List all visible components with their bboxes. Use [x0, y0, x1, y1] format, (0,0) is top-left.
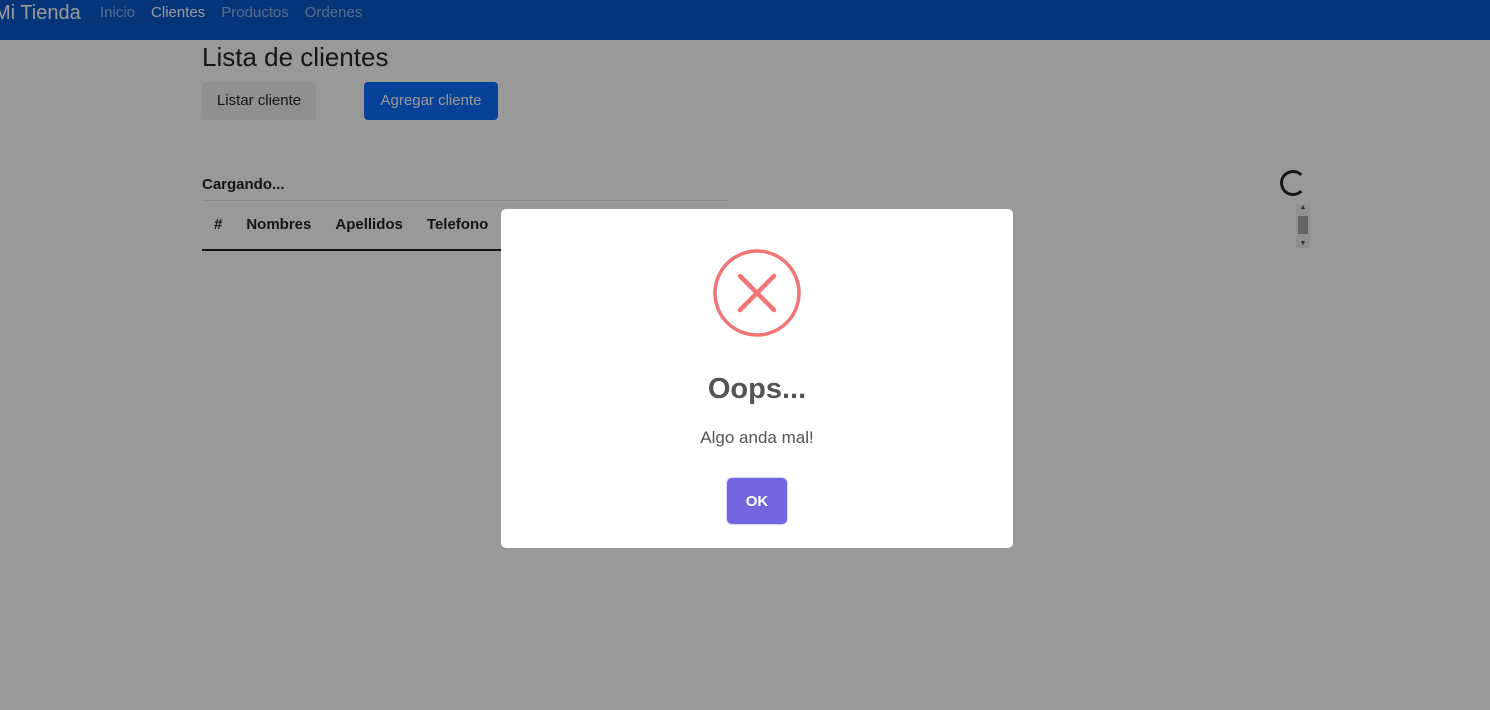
dialog-message: Algo anda mal! [700, 428, 814, 447]
error-x-icon [713, 249, 801, 337]
dialog-title: Oops... [707, 373, 807, 405]
ok-button[interactable]: OK [727, 478, 787, 524]
page: Mi Tienda Inicio Clientes Productos Orde… [0, 0, 1490, 710]
error-dialog: Oops... Algo anda mal! OK [501, 209, 1013, 548]
